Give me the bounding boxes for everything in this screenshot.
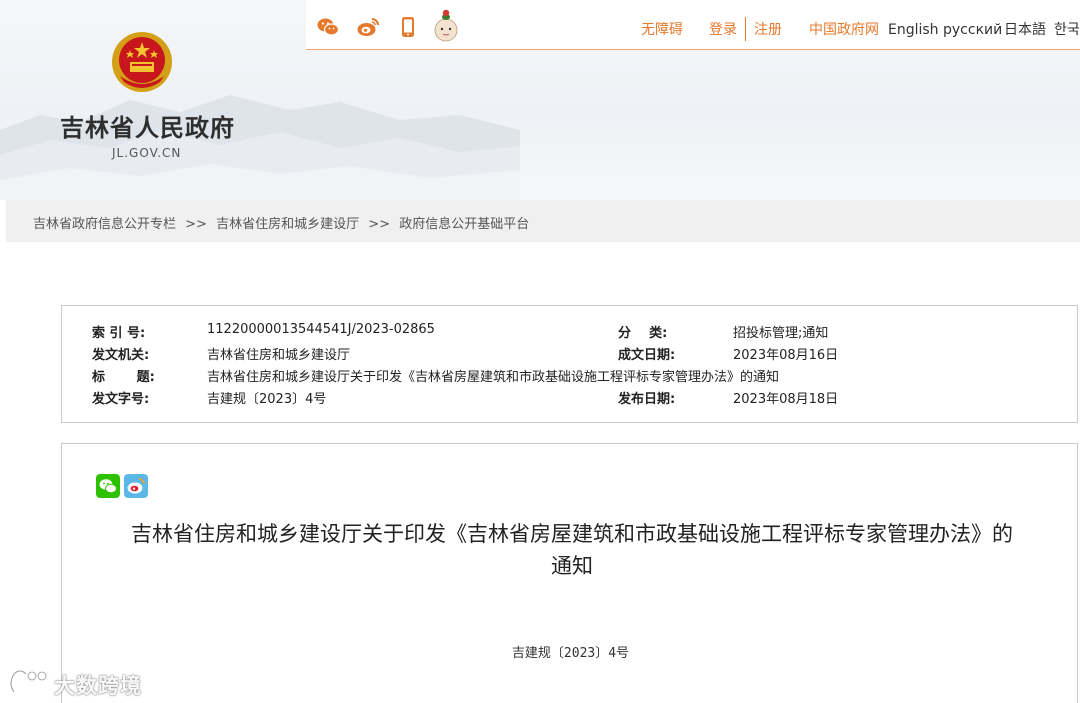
document-title-line: 吉林省住房和城乡建设厅关于印发《吉林省房屋建筑和市政基础设施工程评标专家管理办法… [131, 522, 1013, 546]
meta-row: 发文字号: 吉建规〔2023〕4号 发布日期: 2023年08月18日 [62, 388, 1077, 410]
breadcrumb-item[interactable]: 吉林省政府信息公开专栏 [33, 217, 176, 232]
breadcrumb-item[interactable]: 吉林省住房和城乡建设厅 [216, 217, 359, 232]
document-content: 吉林省住房和城乡建设厅关于印发《吉林省房屋建筑和市政基础设施工程评标专家管理办法… [61, 443, 1078, 703]
published-date-label: 发布日期: [618, 392, 676, 407]
lang-korean-link[interactable]: 한국 [1054, 20, 1080, 40]
login-link[interactable]: 登录 [709, 20, 737, 40]
breadcrumb-bar: 吉林省政府信息公开专栏 >> 吉林省住房和城乡建设厅 >> 政府信息公开基础平台 [6, 200, 1080, 242]
accessibility-link[interactable]: 无障碍 [641, 20, 683, 40]
doc-number-label: 发文字号: [92, 392, 150, 407]
breadcrumb-separator: >> [185, 217, 207, 232]
index-value: 11220000013544541J/2023-02865 [207, 322, 435, 337]
login-divider [745, 17, 746, 41]
meta-row: 标 题: 吉林省住房和城乡建设厅关于印发《吉林省房屋建筑和市政基础设施工程评标专… [62, 366, 1077, 388]
weibo-share-icon[interactable] [124, 474, 148, 498]
wechat-icon[interactable] [316, 15, 340, 39]
written-date-label: 成文日期: [618, 348, 676, 363]
national-emblem-icon [112, 32, 172, 92]
meta-row: 发文机关: 吉林省住房和城乡建设厅 成文日期: 2023年08月16日 [62, 344, 1077, 366]
title-label: 标 题: [92, 370, 155, 385]
document-title-line: 通知 [551, 554, 593, 578]
document-title: 吉林省住房和城乡建设厅关于印发《吉林省房屋建筑和市政基础设施工程评标专家管理办法… [92, 518, 1052, 582]
site-title[interactable]: 吉林省人民政府 [60, 108, 235, 143]
mascot-icon[interactable] [432, 6, 460, 44]
top-nav-bar: 无障碍 登录 注册 中国政府网 English русский 日本語 한국 [306, 0, 1080, 50]
lang-english-link[interactable]: English [888, 20, 939, 40]
document-meta-box: 索 引 号: 11220000013544541J/2023-02865 分 类… [61, 305, 1078, 423]
lang-russian-link[interactable]: русский [943, 20, 1002, 40]
issuer-label: 发文机关: [92, 348, 150, 363]
meta-row: 索 引 号: 11220000013544541J/2023-02865 分 类… [62, 322, 1077, 344]
document-number: 吉建规〔2023〕4号 [511, 646, 630, 661]
category-label: 分 类: [618, 326, 668, 341]
register-link[interactable]: 注册 [754, 20, 782, 40]
issuer-value: 吉林省住房和城乡建设厅 [207, 348, 351, 363]
wechat-share-icon[interactable] [96, 474, 120, 498]
gov-portal-link[interactable]: 中国政府网 [809, 20, 879, 40]
category-value: 招投标管理;通知 [733, 326, 829, 341]
breadcrumb-separator: >> [368, 217, 391, 232]
watermark-logo-icon [9, 669, 48, 693]
index-label: 索 引 号: [92, 326, 146, 341]
watermark: 大数跨境 [6, 664, 156, 700]
breadcrumb: 吉林省政府信息公开专栏 >> 吉林省住房和城乡建设厅 >> 政府信息公开基础平台 [33, 213, 529, 232]
watermark-text: 大数跨境 [54, 674, 142, 698]
title-value: 吉林省住房和城乡建设厅关于印发《吉林省房屋建筑和市政基础设施工程评标专家管理办法… [207, 370, 780, 385]
written-date-value: 2023年08月16日 [733, 348, 839, 363]
breadcrumb-item[interactable]: 政府信息公开基础平台 [399, 217, 529, 232]
lang-japanese-link[interactable]: 日本語 [1004, 20, 1046, 40]
site-domain: JL.GOV.CN [112, 146, 182, 160]
mobile-icon[interactable] [396, 15, 420, 39]
doc-number-value: 吉建规〔2023〕4号 [207, 392, 327, 407]
weibo-icon[interactable] [356, 15, 380, 39]
published-date-value: 2023年08月18日 [733, 392, 839, 407]
